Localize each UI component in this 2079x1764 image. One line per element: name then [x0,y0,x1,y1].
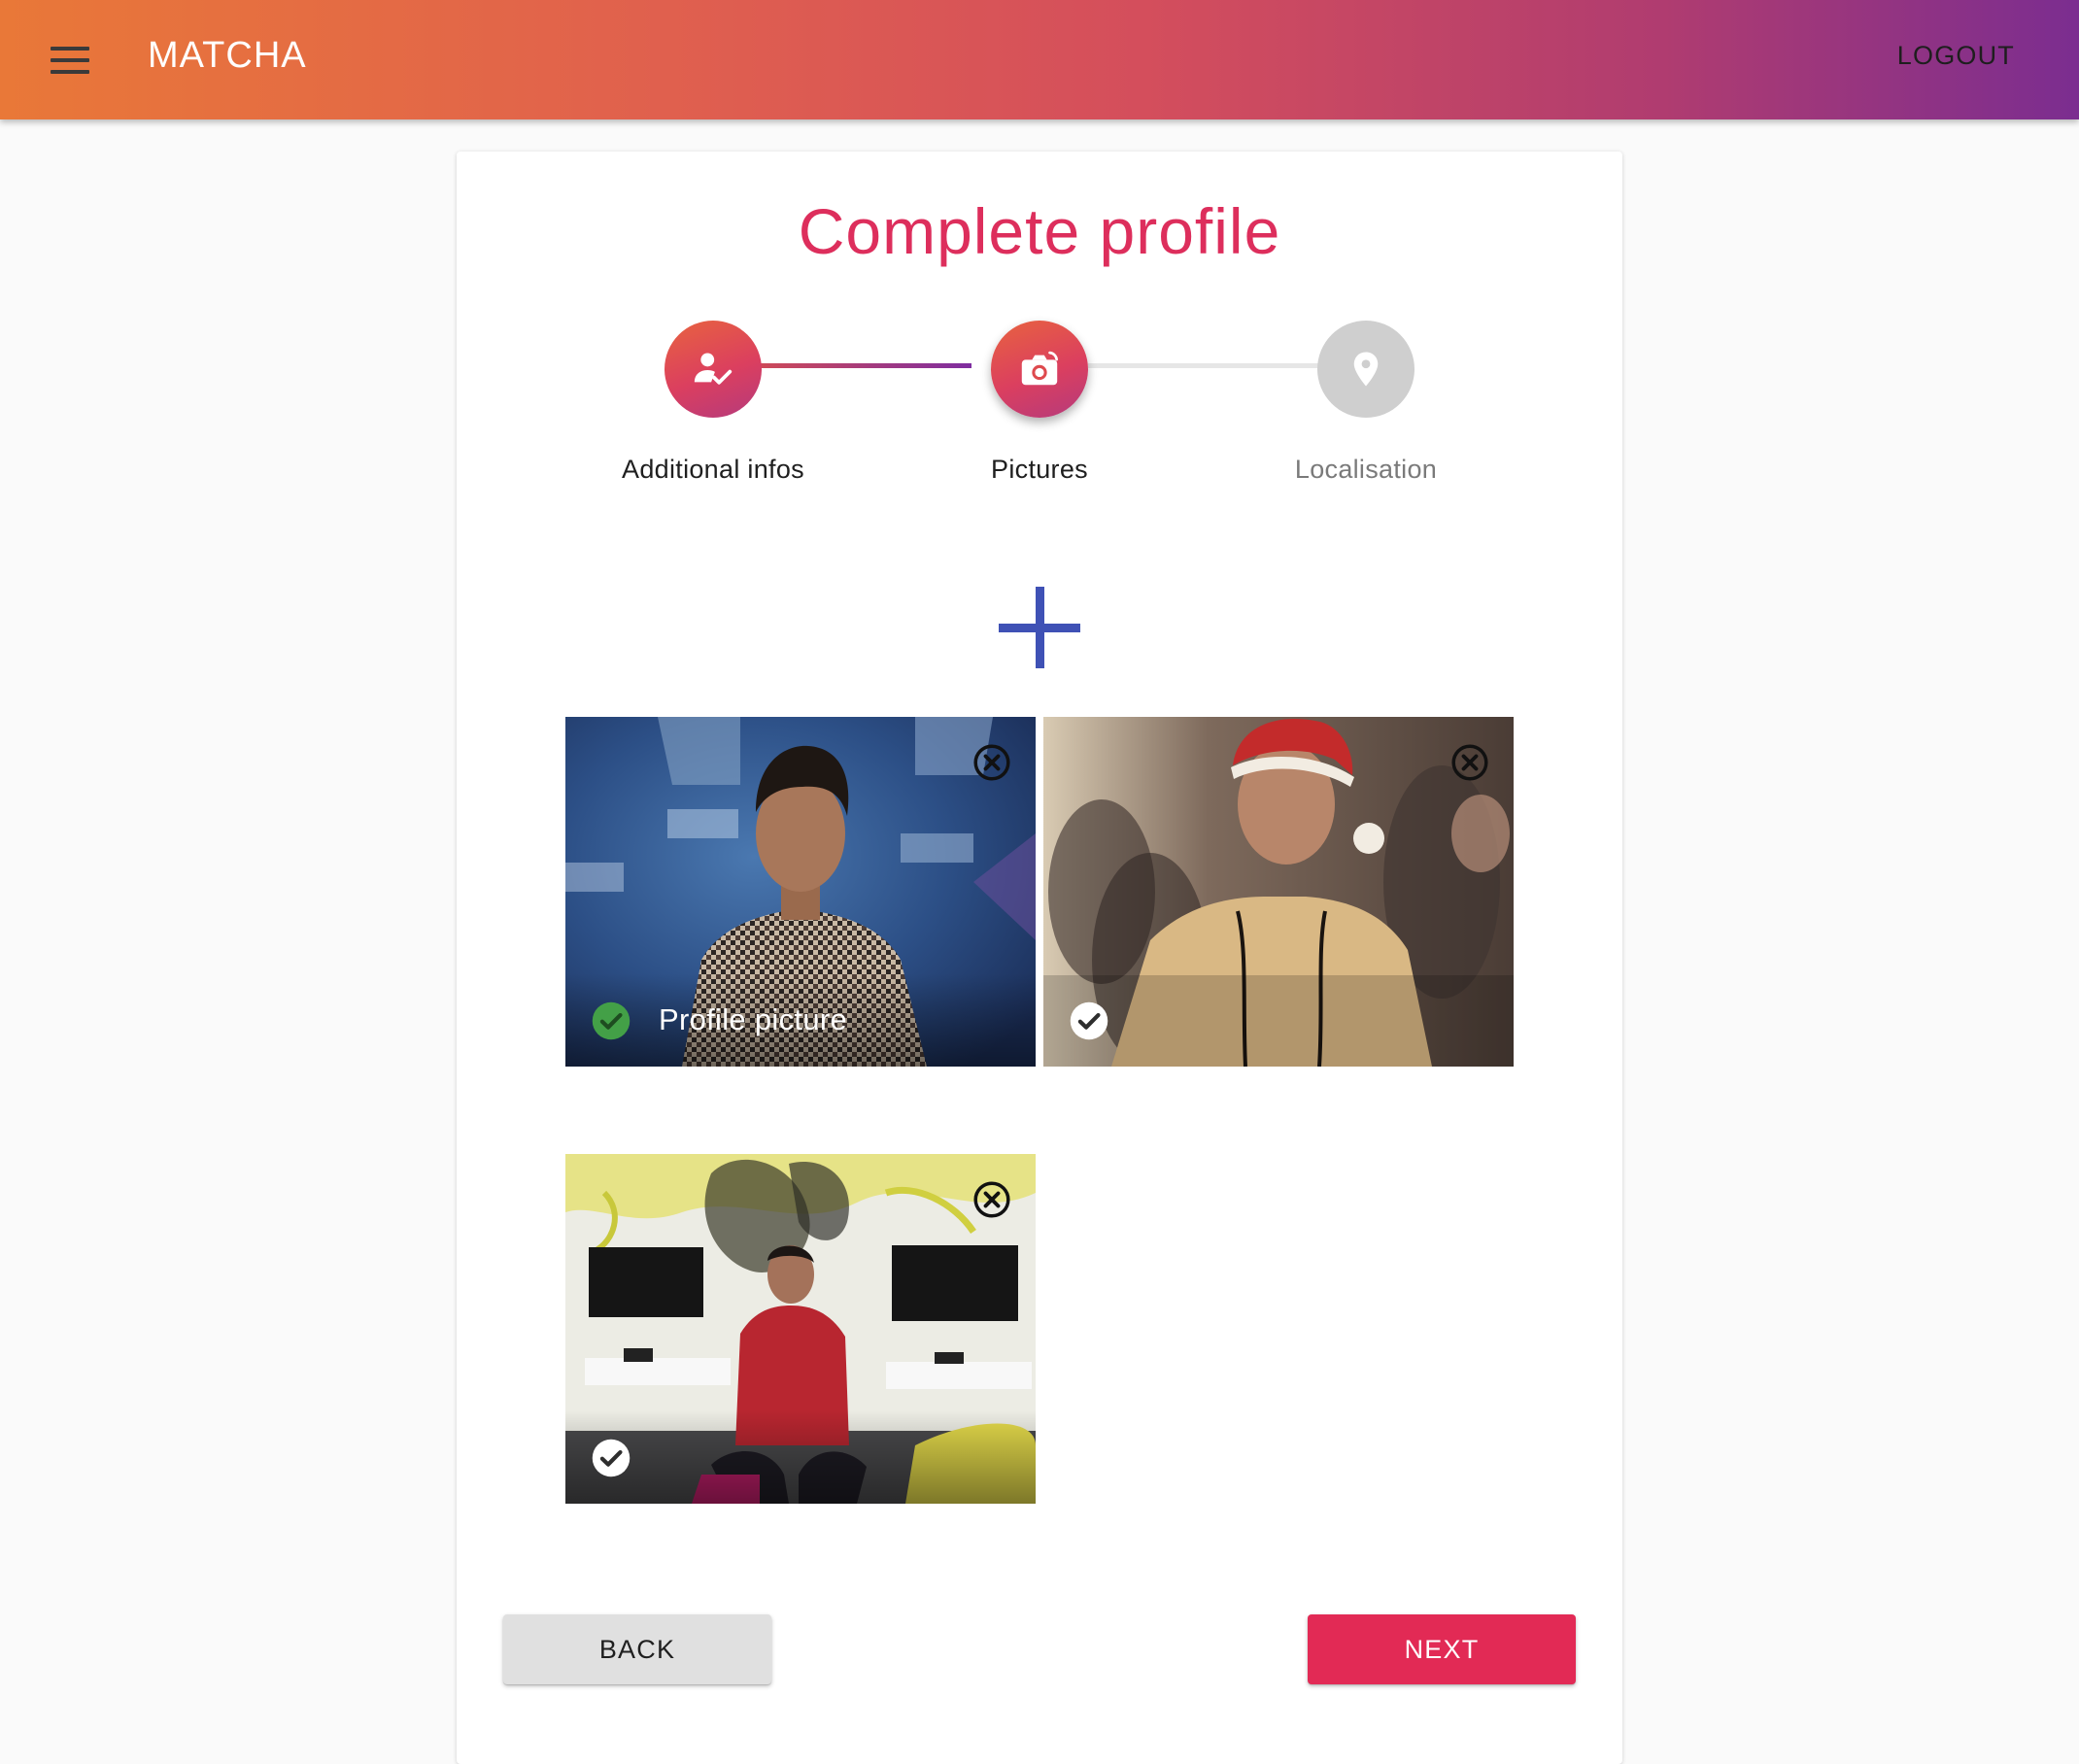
back-button[interactable]: BACK [503,1614,771,1684]
stepper-connector-pending [1088,363,1346,368]
page-title: Complete profile [798,195,1281,267]
camera-icon [1021,351,1058,386]
menu-icon[interactable] [43,37,97,84]
app-bar: MATCHA LOGOUT [0,0,2079,119]
step-localisation[interactable] [1317,321,1414,418]
close-circle-icon [1451,744,1488,781]
app-title: MATCHA [148,35,307,76]
check-circle-icon [592,1439,631,1477]
remove-picture-button[interactable] [1449,742,1490,783]
remove-picture-button[interactable] [971,1179,1012,1220]
set-profile-picture-button[interactable] [591,1438,631,1478]
check-circle-icon [1070,1001,1108,1040]
location-pin-icon [1353,352,1379,387]
tile-caption-bar [565,1410,1036,1504]
tile-caption-bar [1043,975,1514,1067]
check-circle-icon [592,1001,631,1040]
step-pictures[interactable] [991,321,1088,418]
step-label-pictures: Pictures [991,455,1088,484]
picture-tile[interactable] [1043,717,1514,1067]
logout-button[interactable]: LOGOUT [1897,41,2015,71]
person-check-icon [694,353,733,385]
picture-tile[interactable]: Profile picture [565,717,1036,1067]
picture-tile[interactable] [565,1154,1036,1504]
set-profile-picture-button[interactable] [591,1001,631,1041]
step-additional-infos[interactable] [665,321,762,418]
add-picture-button[interactable] [991,579,1088,676]
close-circle-icon [973,744,1010,781]
step-label-additional-infos: Additional infos [622,455,804,484]
complete-profile-card: Complete profile Additional infos Pictur… [457,152,1622,1764]
step-label-localisation: Localisation [1294,455,1438,484]
profile-picture-caption: Profile picture [659,1002,848,1036]
plus-icon [999,587,1080,668]
set-profile-picture-button[interactable] [1069,1001,1109,1041]
next-button[interactable]: NEXT [1308,1614,1576,1684]
remove-picture-button[interactable] [971,742,1012,783]
close-circle-icon [973,1181,1010,1218]
